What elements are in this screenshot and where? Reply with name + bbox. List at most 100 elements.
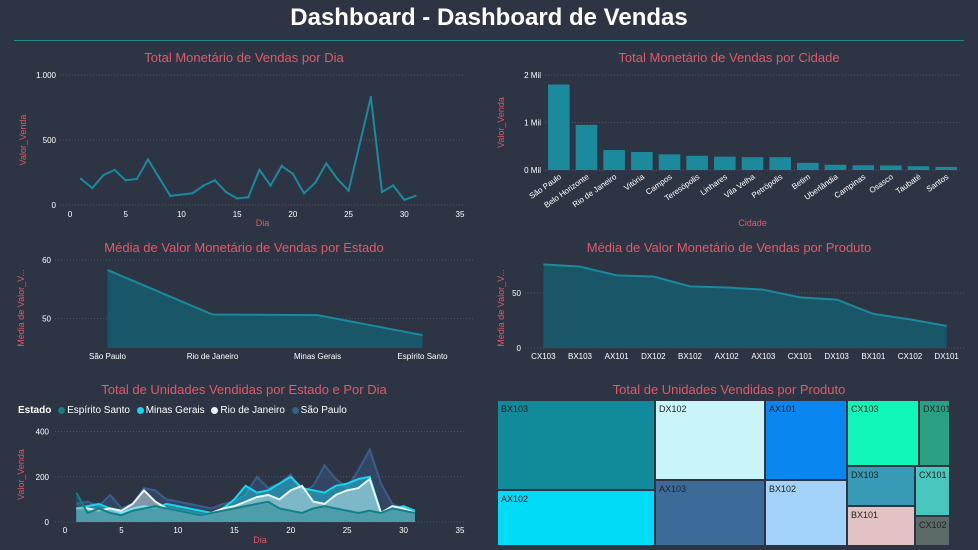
treemap-tile[interactable]: DX101 bbox=[919, 400, 951, 466]
y-axis-label: Valor_Venda bbox=[16, 449, 26, 500]
data-point bbox=[403, 198, 406, 201]
x-tick-label: AX101 bbox=[605, 352, 630, 361]
x-tick-label: Campinas bbox=[833, 172, 868, 200]
tile-label: CX101 bbox=[919, 470, 947, 480]
y-tick-label: 50 bbox=[512, 289, 521, 298]
panel-media-produto: Média de Valor Monetário de Vendas por P… bbox=[490, 240, 968, 375]
treemap-tile[interactable]: BX103 bbox=[497, 400, 655, 490]
x-tick-label: 35 bbox=[456, 210, 465, 219]
x-axis-label: Dia bbox=[256, 218, 270, 228]
bar bbox=[907, 166, 930, 170]
title-divider bbox=[14, 40, 964, 41]
data-point bbox=[280, 164, 283, 168]
panel-unidades-produto: Total de Unidades Vendidas por Produto bbox=[490, 382, 968, 400]
x-tick-label: DX101 bbox=[934, 352, 959, 361]
data-point bbox=[180, 193, 183, 196]
treemap-unidades-produto[interactable]: BX103 AX102 DX102 AX103 AX101 BX102 CX10… bbox=[497, 400, 951, 546]
chart-media-estado[interactable]: 50 60 São Paulo Rio de Janeiro Minas Gerais E… bbox=[10, 240, 478, 375]
treemap-tile[interactable]: AX101 bbox=[765, 400, 847, 480]
treemap-tile[interactable]: DX102 bbox=[655, 400, 765, 480]
data-point bbox=[369, 95, 373, 99]
x-tick-label: 0 bbox=[68, 210, 73, 219]
x-tick-label: 20 bbox=[288, 210, 297, 219]
data-point bbox=[124, 179, 127, 182]
legend-label: Minas Gerais bbox=[145, 405, 205, 416]
data-point bbox=[91, 186, 94, 190]
data-point bbox=[79, 177, 83, 181]
x-axis-label: Dia bbox=[253, 535, 267, 545]
data-point bbox=[224, 190, 228, 194]
treemap-tile[interactable]: CX101 bbox=[915, 466, 950, 516]
tile-label: BX102 bbox=[769, 484, 797, 494]
chart-vendas-dia[interactable]: 0 500 1.000 0 5 10 15 20 25 30 35 Dia Valor_Venda bbox=[10, 50, 478, 230]
bar bbox=[769, 157, 791, 170]
treemap-tile[interactable]: CX103 bbox=[847, 400, 919, 466]
data-point bbox=[169, 194, 172, 198]
data-point bbox=[258, 168, 261, 172]
x-tick-label: 30 bbox=[400, 210, 409, 219]
treemap-tile[interactable]: BX101 bbox=[847, 506, 915, 546]
y-tick-label: 0 Mil bbox=[524, 166, 541, 175]
treemap-tile[interactable]: BX102 bbox=[765, 480, 847, 546]
legend-marker bbox=[211, 406, 219, 414]
treemap-tile[interactable]: DX103 bbox=[847, 466, 915, 506]
x-axis-label: Cidade bbox=[738, 218, 767, 228]
x-tick-label: AX103 bbox=[751, 352, 776, 361]
treemap-tile[interactable]: CX102 bbox=[915, 516, 950, 546]
tile-label: AX102 bbox=[501, 494, 529, 504]
treemap-tile[interactable]: AX102 bbox=[497, 490, 655, 546]
x-tick-label: CX103 bbox=[531, 352, 556, 361]
panel-vendas-dia: Total Monetário de Vendas por Dia 0 500 1.… bbox=[10, 50, 478, 230]
bar bbox=[603, 150, 625, 170]
y-tick-label: 1 Mil bbox=[524, 119, 541, 128]
chart-media-produto[interactable]: 0 50 CX103 BX103 AX101 DX102 BX102 AX102 AX103 CX… bbox=[490, 240, 968, 375]
data-point bbox=[247, 196, 250, 199]
x-tick-label: Rio de Janeiro bbox=[187, 352, 239, 361]
data-point bbox=[269, 184, 272, 187]
x-tick-label: 35 bbox=[456, 526, 465, 535]
x-tick-label: 5 bbox=[123, 210, 128, 219]
x-tick-label: 20 bbox=[286, 526, 295, 535]
bar bbox=[880, 165, 902, 170]
y-tick-label: 60 bbox=[42, 256, 51, 265]
panel-vendas-cidade: Total Monetário de Vendas por Cidade 0 M… bbox=[490, 50, 968, 235]
x-tick-label: DX102 bbox=[641, 352, 666, 361]
tile-label: CX102 bbox=[919, 520, 947, 530]
y-axis-label: Média de Valor_V... bbox=[496, 269, 506, 347]
legend-item-minas-gerais[interactable]: Minas Gerais bbox=[136, 405, 205, 416]
legend-marker bbox=[58, 406, 66, 414]
legend-item-sao-paulo[interactable]: São Paulo bbox=[291, 405, 347, 416]
y-tick-label: 0 bbox=[517, 344, 522, 353]
bar bbox=[824, 164, 847, 170]
bar bbox=[548, 84, 570, 170]
data-point bbox=[358, 142, 361, 146]
x-tick-label: Espírito Santo bbox=[397, 352, 448, 361]
x-tick-label: DX103 bbox=[824, 352, 849, 361]
data-point bbox=[291, 172, 295, 175]
y-tick-label: 500 bbox=[43, 136, 57, 145]
bar bbox=[575, 124, 598, 170]
series-area bbox=[543, 264, 947, 348]
legend-label: Rio de Janeiro bbox=[220, 405, 285, 416]
bar bbox=[686, 155, 708, 170]
x-tick-label: Taubaté bbox=[894, 172, 923, 196]
data-point bbox=[391, 184, 395, 187]
bar bbox=[935, 166, 957, 170]
data-point bbox=[157, 176, 161, 179]
y-tick-label: 1.000 bbox=[36, 71, 57, 80]
tile-label: BX103 bbox=[501, 404, 529, 414]
bar bbox=[741, 157, 764, 170]
data-point bbox=[135, 177, 139, 181]
data-point bbox=[336, 177, 339, 181]
chart-vendas-cidade[interactable]: 0 Mil1 Mil2 MilSão PauloBelo HorizonteRi… bbox=[490, 50, 968, 235]
data-point bbox=[191, 192, 194, 195]
data-point bbox=[202, 184, 205, 187]
x-tick-label: BX102 bbox=[678, 352, 703, 361]
treemap-tile[interactable]: AX103 bbox=[655, 480, 765, 546]
legend-item-espirito-santo[interactable]: Espírito Santo bbox=[58, 405, 130, 416]
x-tick-label: Osasco bbox=[868, 172, 896, 195]
x-tick-label: Minas Gerais bbox=[294, 352, 341, 361]
tile-label: AX101 bbox=[769, 404, 797, 414]
legend-item-rio-de-janeiro[interactable]: Rio de Janeiro bbox=[211, 405, 285, 416]
legend-marker bbox=[291, 406, 299, 414]
